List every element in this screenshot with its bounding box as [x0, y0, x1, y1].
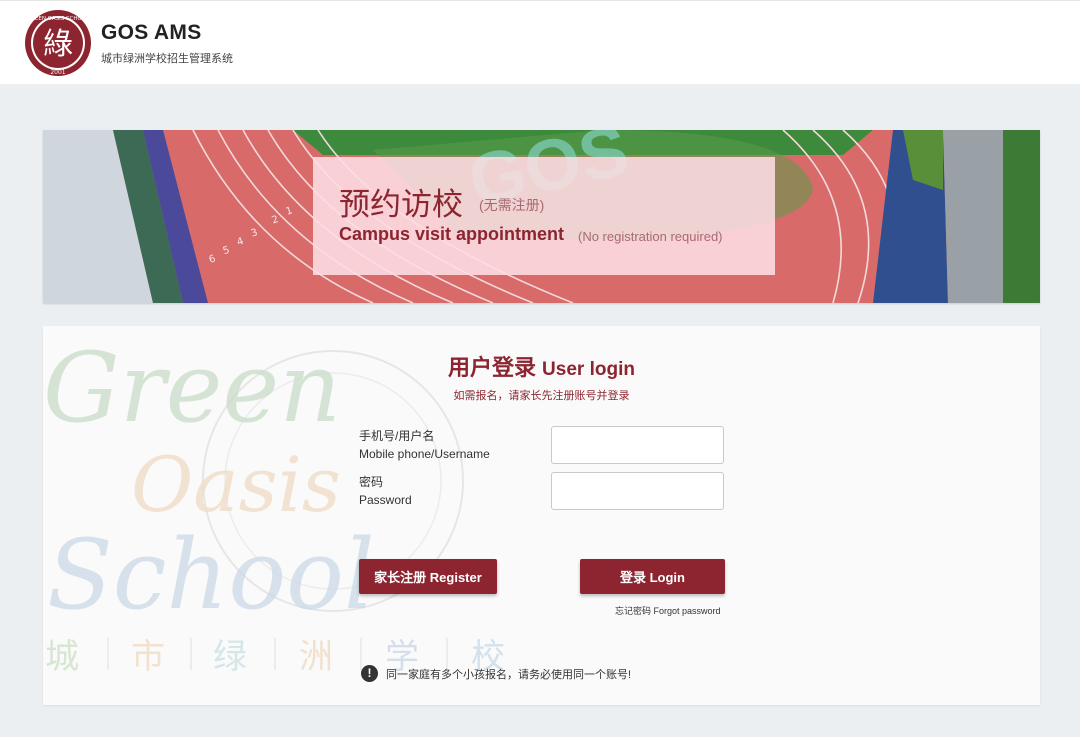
logo-year: 2001 [50, 69, 65, 76]
watermark-word-oasis: Oasis [131, 440, 341, 529]
watermark-char-1: 城 [45, 637, 79, 677]
family-account-notice: ! 同一家庭有多个小孩报名，请务必使用同一个账号! [361, 665, 631, 682]
app-header: 綠 GREEN OASIS SCHOOL 2001 GOS AMS 城市绿洲学校… [0, 0, 1080, 84]
password-input[interactable] [551, 472, 724, 510]
watermark-char-3: 绿 [213, 637, 247, 677]
logo-glyph: 綠 [43, 27, 73, 62]
login-card: Green Oasis School 城 市 绿 洲 学 校 用户登录 User … [43, 326, 1040, 705]
banner-title-en: Campus visit appointment [339, 224, 565, 244]
app-name: GOS AMS [101, 21, 202, 44]
exclamation-circle-icon: ! [361, 665, 378, 682]
banner-title-cn: 预约访校 [339, 187, 463, 223]
login-hint: 如需报名，请家长先注册账号并登录 [453, 390, 630, 402]
school-logo[interactable]: 綠 GREEN OASIS SCHOOL 2001 [24, 9, 92, 77]
login-button[interactable]: 登录 Login [580, 559, 725, 594]
banner-note-en: (No registration required) [578, 229, 723, 244]
app-subtitle: 城市绿洲学校招生管理系统 [101, 53, 233, 65]
password-label-cn: 密码 [359, 475, 384, 489]
notice-text: 同一家庭有多个小孩报名，请务必使用同一个账号! [386, 668, 632, 681]
login-title: 用户登录 User login [43, 350, 1040, 382]
username-label: 手机号/用户名 Mobile phone/Username [359, 427, 490, 463]
forgot-password-link[interactable]: 忘记密码 Forgot password [615, 604, 721, 617]
logo-ring-text: GREEN OASIS SCHOOL [27, 16, 90, 22]
login-title-cn: 用户登录 [448, 356, 537, 381]
password-label: 密码 Password [359, 473, 412, 509]
watermark-word-school: School [47, 519, 375, 631]
username-label-en: Mobile phone/Username [359, 447, 490, 461]
username-input[interactable] [551, 426, 724, 464]
login-title-en: User login [542, 359, 635, 380]
banner-caption-card[interactable]: 预约访校 (无需注册) Campus visit appointment (No… [313, 157, 775, 275]
username-label-cn: 手机号/用户名 [359, 429, 435, 443]
password-label-en: Password [359, 493, 412, 507]
school-watermark: Green Oasis School 城 市 绿 洲 学 校 [43, 332, 505, 677]
watermark-char-4: 洲 [299, 637, 333, 677]
campus-visit-banner[interactable]: GOS 6 5 4 3 2 1 预约访校 (无需注册) Campus visit… [43, 130, 1040, 303]
register-button[interactable]: 家长注册 Register [359, 559, 497, 594]
watermark-char-2: 市 [131, 637, 165, 677]
banner-note-cn: (无需注册) [479, 197, 545, 213]
